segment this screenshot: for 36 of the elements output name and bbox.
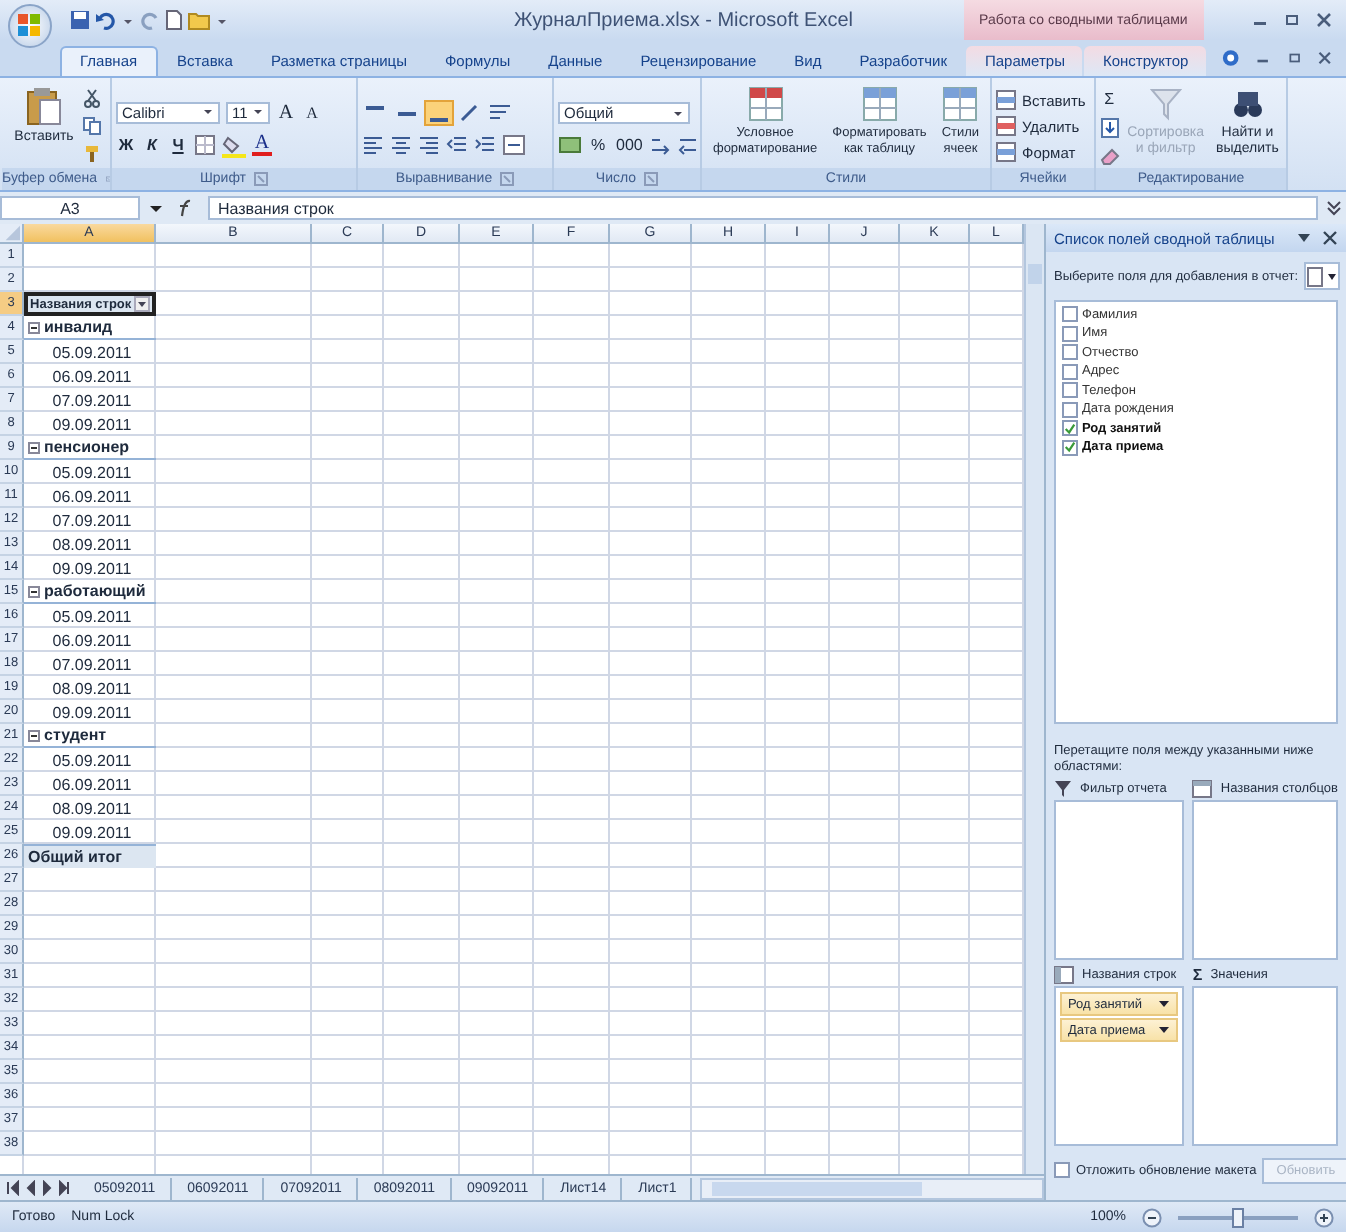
font-color-button[interactable]: A	[252, 134, 272, 157]
table-cell: 05.09.2011	[52, 343, 132, 362]
table-cell: 06.09.2011	[52, 367, 132, 386]
table-cell: 05.09.2011	[52, 607, 132, 626]
shrink-font-button[interactable]: A	[302, 101, 322, 124]
table-cell: 08.09.2011	[52, 535, 132, 554]
table-cell: 06.09.2011	[52, 775, 132, 794]
name-box[interactable]: A3	[0, 196, 140, 221]
grow-font-button[interactable]: A	[276, 101, 296, 124]
table-cell: 07.09.2011	[52, 655, 132, 674]
table-cell: 05.09.2011	[52, 751, 132, 770]
table-cell: 09.09.2011	[52, 823, 132, 842]
table-cell: инвалид	[44, 318, 113, 337]
autosum-button[interactable]: Σ	[1099, 87, 1120, 110]
table-cell: пенсионер	[44, 438, 130, 457]
table-cell: 08.09.2011	[52, 679, 132, 698]
table-cell: студент	[44, 726, 107, 745]
table-cell: 07.09.2011	[52, 391, 132, 410]
bold-button[interactable]: Ж	[116, 134, 136, 157]
percent-button[interactable]: %	[588, 134, 608, 157]
table-cell: 05.09.2011	[52, 463, 132, 482]
table-cell: 07.09.2011	[52, 511, 132, 530]
table-cell: 08.09.2011	[52, 799, 132, 818]
window-title: ЖурналПриема.xlsx - Microsoft Excel	[514, 9, 854, 31]
table-cell: 09.09.2011	[52, 703, 132, 722]
table-cell: 06.09.2011	[52, 631, 132, 650]
underline-button[interactable]: Ч	[168, 134, 188, 157]
formula-input[interactable]: Названия строк	[208, 196, 1318, 221]
table-cell: Общий итог	[28, 848, 122, 867]
thousands-separator-button[interactable]: 000	[614, 134, 645, 157]
table-cell: работающий	[44, 582, 146, 601]
table-cell: 06.09.2011	[52, 487, 132, 506]
table-cell: 09.09.2011	[52, 559, 132, 578]
table-cell: 09.09.2011	[52, 415, 132, 434]
sigma-symbol: Σ	[1192, 966, 1203, 985]
italic-button[interactable]: К	[142, 134, 162, 157]
